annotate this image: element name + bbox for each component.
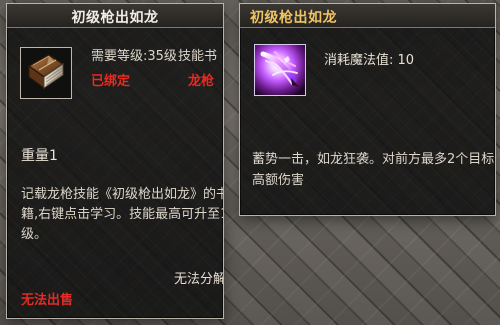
item-description-line: 记载龙枪技能《初级枪出如龙》的书 (21, 187, 224, 202)
item-tooltip-title-bar: 初级枪出如龙 (7, 4, 223, 28)
item-title: 初级枪出如龙 (71, 10, 159, 26)
bound-status: 已绑定 (91, 74, 131, 89)
dragon-spear-skill-icon (254, 44, 306, 96)
cannot-sell-label: 无法出售 (21, 293, 74, 308)
item-description: 记载龙枪技能《初级枪出如龙》的书 籍,右键点击学习。技能最高可升至1 级。 (21, 185, 224, 245)
weight-label: 重量1 (21, 148, 58, 164)
skill-tooltip-panel: 初级枪出如龙 消耗魔法值: 10 蓄势一击，如龙狂袭。对前方最多2个目标造成 高… (239, 3, 496, 216)
item-tooltip-panel: 初级枪出如龙 需要等级:35级 技能书 已绑定 龙枪 重量1 记载龙枪技能《初级… (6, 3, 224, 319)
cannot-decompose-label: 无法分解 (174, 272, 224, 287)
skill-description: 蓄势一击，如龙狂袭。对前方最多2个目标造成 高额伤害 (252, 149, 496, 191)
skill-description-line: 高额伤害 (252, 173, 305, 188)
item-type: 技能书 (178, 49, 218, 64)
item-description-line: 级。 (21, 227, 48, 242)
item-description-line: 籍,右键点击学习。技能最高可升至1 (21, 207, 224, 222)
weapon-type: 龙枪 (188, 74, 215, 89)
skill-book-icon (20, 47, 72, 99)
required-level: 需要等级:35级 (91, 49, 177, 64)
mana-cost: 消耗魔法值: 10 (324, 53, 415, 68)
skill-tooltip-title-bar: 初级枪出如龙 (240, 4, 495, 28)
skill-description-line: 蓄势一击，如龙狂袭。对前方最多2个目标造成 (252, 152, 496, 167)
skill-title: 初级枪出如龙 (250, 10, 337, 26)
